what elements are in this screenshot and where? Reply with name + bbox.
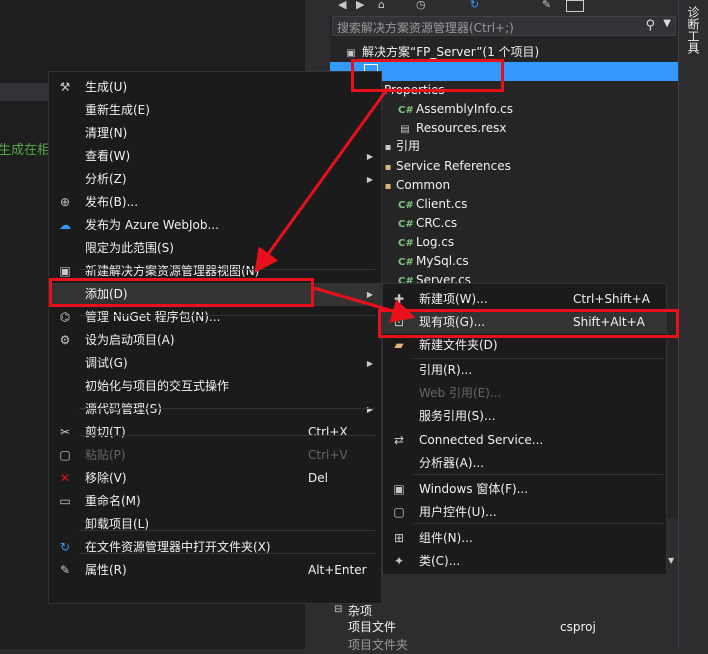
arrow-add-to-submenu [313,286,416,323]
arrow-project-to-add [254,87,390,273]
annotation-arrows [254,87,416,323]
